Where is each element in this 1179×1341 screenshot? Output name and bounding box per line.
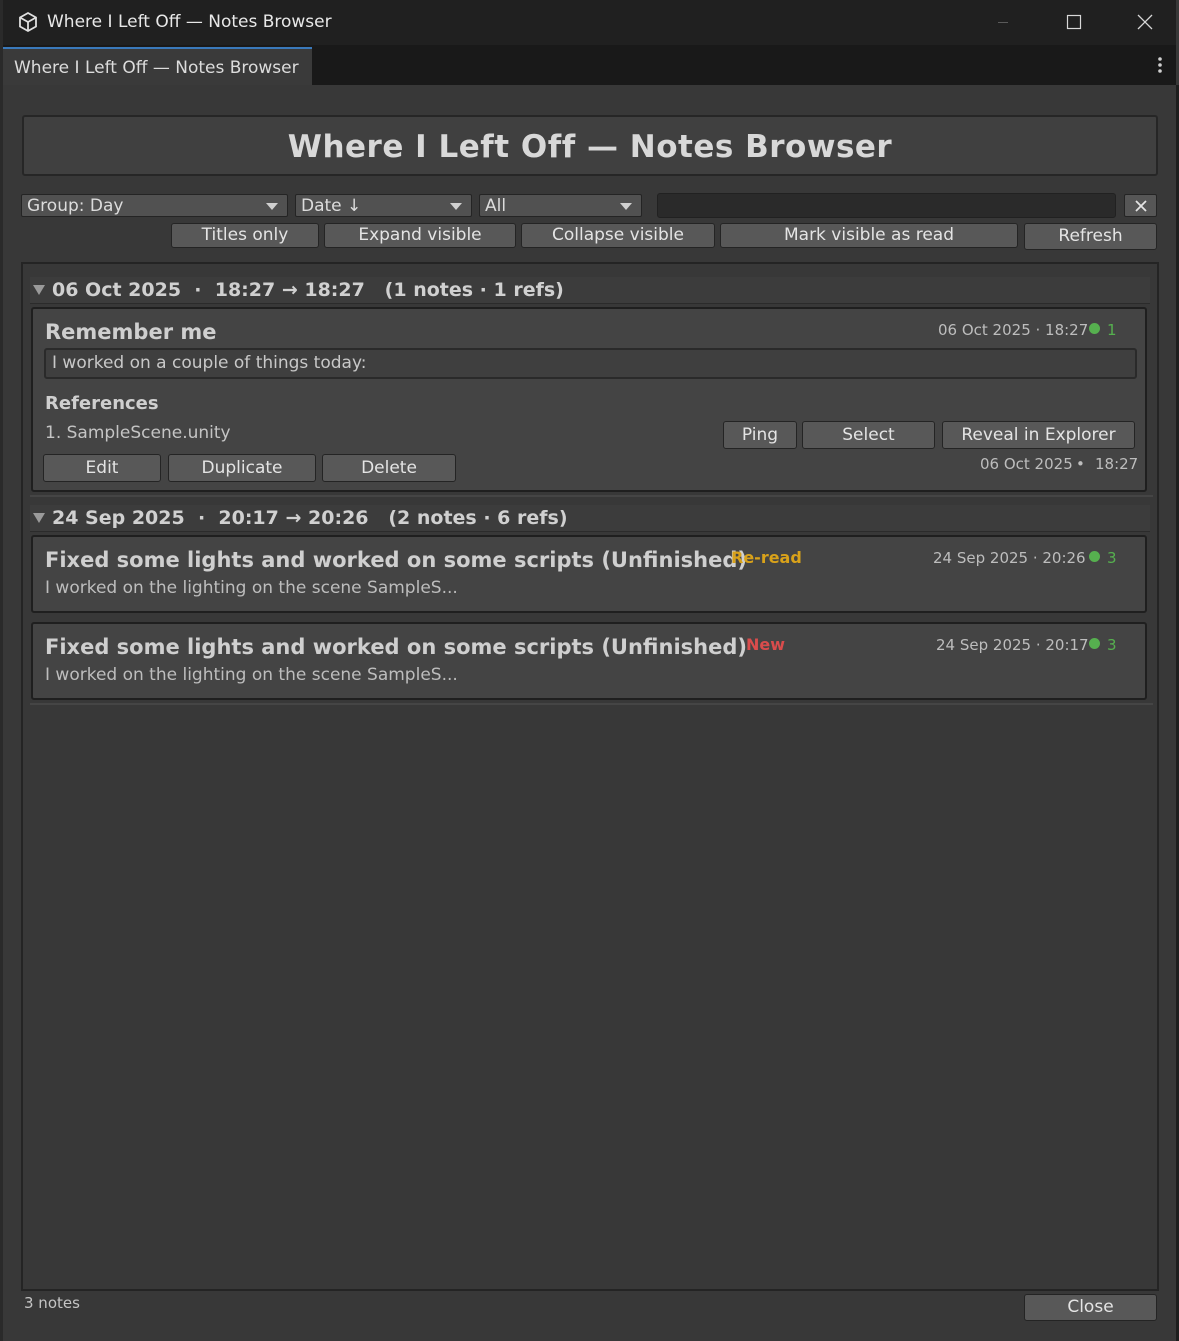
note-title: Fixed some lights and worked on some scr… bbox=[45, 548, 747, 572]
filter-dropdown[interactable]: All bbox=[479, 194, 642, 217]
mark-visible-read-button[interactable]: Mark visible as read bbox=[720, 223, 1018, 248]
note-title: Remember me bbox=[45, 320, 217, 344]
minimize-button[interactable] bbox=[973, 0, 1033, 45]
triangle-down-icon[interactable] bbox=[33, 513, 45, 523]
reference-count: 1 bbox=[1107, 321, 1117, 339]
caret-down-icon bbox=[266, 203, 278, 210]
expand-visible-button[interactable]: Expand visible bbox=[324, 223, 516, 248]
caret-down-icon bbox=[620, 203, 632, 210]
reference-time: 18:27 bbox=[1095, 455, 1139, 473]
minimize-icon bbox=[998, 22, 1008, 23]
tab-label: Where I Left Off — Notes Browser bbox=[14, 58, 299, 78]
clear-search-button[interactable] bbox=[1124, 194, 1157, 217]
note-snippet: I worked on the lighting on the scene Sa… bbox=[45, 665, 458, 685]
close-button[interactable]: Close bbox=[1024, 1294, 1157, 1321]
delete-button[interactable]: Delete bbox=[322, 454, 456, 482]
caret-down-icon bbox=[450, 203, 462, 210]
group-header-text: 06 Oct 2025 · 18:27 → 18:27 (1 notes · 1… bbox=[52, 279, 564, 301]
reference-date: 06 Oct 2025 bbox=[980, 455, 1073, 473]
sort-dropdown-label: Date ↓ bbox=[301, 196, 362, 216]
note-preview-text: I worked on a couple of things today: bbox=[52, 353, 367, 373]
reference-dot-icon bbox=[1089, 638, 1100, 649]
unity-cube-icon bbox=[19, 11, 37, 33]
close-icon bbox=[1135, 200, 1147, 212]
note-card[interactable]: Fixed some lights and worked on some scr… bbox=[31, 622, 1147, 700]
group-dropdown[interactable]: Group: Day bbox=[21, 194, 288, 217]
maximize-icon bbox=[1066, 14, 1082, 30]
status-badge: Re-read bbox=[731, 548, 802, 567]
notes-count: 3 notes bbox=[24, 1294, 80, 1312]
reference-item: 1. SampleScene.unity bbox=[45, 423, 231, 443]
maximize-button[interactable] bbox=[1043, 0, 1103, 45]
refresh-button[interactable]: Refresh bbox=[1024, 223, 1157, 250]
reveal-in-explorer-button[interactable]: Reveal in Explorer bbox=[942, 421, 1135, 449]
sort-dropdown[interactable]: Date ↓ bbox=[295, 194, 472, 217]
page-title: Where I Left Off — Notes Browser bbox=[287, 129, 893, 165]
note-timestamp: 24 Sep 2025 · 20:17 bbox=[936, 636, 1089, 654]
kebab-menu-icon[interactable] bbox=[1154, 55, 1166, 75]
reference-count: 3 bbox=[1107, 549, 1117, 567]
close-icon bbox=[1137, 14, 1153, 30]
reference-separator: • bbox=[1076, 455, 1085, 473]
note-timestamp: 24 Sep 2025 · 20:26 bbox=[933, 549, 1086, 567]
close-window-button[interactable] bbox=[1113, 0, 1173, 45]
group-header-oct-06[interactable]: 06 Oct 2025 · 18:27 → 18:27 (1 notes · 1… bbox=[30, 277, 1150, 304]
select-button[interactable]: Select bbox=[802, 421, 935, 449]
group-header-sep-24[interactable]: 24 Sep 2025 · 20:17 → 20:26 (2 notes · 6… bbox=[30, 505, 1150, 532]
filter-dropdown-label: All bbox=[485, 196, 507, 216]
note-snippet: I worked on the lighting on the scene Sa… bbox=[45, 578, 458, 598]
window-title: Where I Left Off — Notes Browser bbox=[47, 12, 332, 32]
references-heading: References bbox=[45, 393, 159, 414]
duplicate-button[interactable]: Duplicate bbox=[168, 454, 316, 482]
group-separator bbox=[30, 703, 1153, 705]
group-header-text: 24 Sep 2025 · 20:17 → 20:26 (2 notes · 6… bbox=[52, 507, 568, 529]
note-card-remember-me[interactable]: Remember me 06 Oct 2025 · 18:27 1 I work… bbox=[31, 307, 1147, 492]
header-banner: Where I Left Off — Notes Browser bbox=[22, 115, 1158, 176]
edit-button[interactable]: Edit bbox=[43, 454, 161, 482]
title-bar: Where I Left Off — Notes Browser bbox=[3, 0, 1176, 45]
note-timestamp: 06 Oct 2025 · 18:27 bbox=[938, 321, 1089, 339]
tab-notes-browser[interactable]: Where I Left Off — Notes Browser bbox=[3, 47, 312, 85]
triangle-down-icon[interactable] bbox=[33, 285, 45, 295]
group-separator bbox=[30, 495, 1153, 497]
group-dropdown-label: Group: Day bbox=[27, 196, 124, 216]
titles-only-button[interactable]: Titles only bbox=[171, 223, 319, 248]
reference-count: 3 bbox=[1107, 636, 1117, 654]
note-preview: I worked on a couple of things today: bbox=[44, 348, 1137, 379]
search-input[interactable] bbox=[657, 193, 1116, 218]
editor-tab-strip: Where I Left Off — Notes Browser bbox=[3, 45, 1176, 85]
ping-button[interactable]: Ping bbox=[723, 421, 797, 449]
note-title: Fixed some lights and worked on some scr… bbox=[45, 635, 747, 659]
reference-dot-icon bbox=[1089, 323, 1100, 334]
window-edge bbox=[0, 0, 3, 1341]
note-card[interactable]: Fixed some lights and worked on some scr… bbox=[31, 535, 1147, 613]
collapse-visible-button[interactable]: Collapse visible bbox=[521, 223, 715, 248]
reference-dot-icon bbox=[1089, 551, 1100, 562]
status-badge: New bbox=[746, 635, 786, 654]
